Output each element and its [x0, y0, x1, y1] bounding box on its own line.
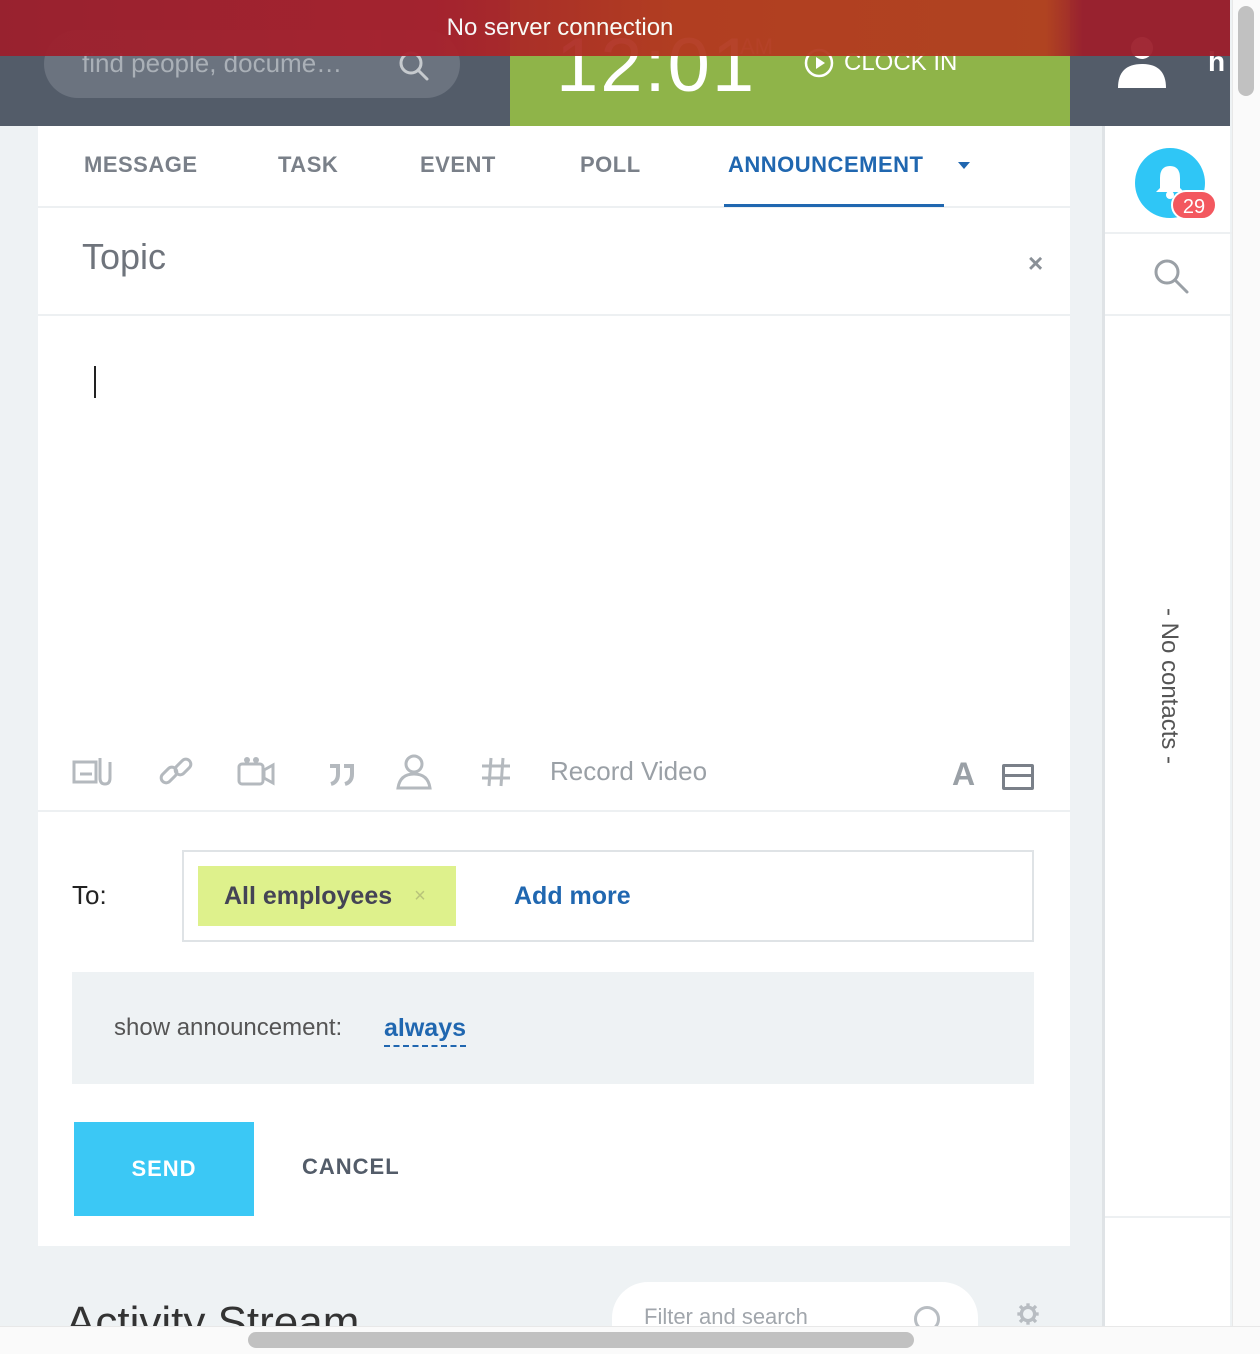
quote-icon[interactable] [320, 752, 360, 792]
filter-search-icon[interactable] [914, 1306, 940, 1326]
remove-recipient-icon[interactable]: × [414, 885, 426, 908]
video-icon[interactable] [236, 752, 276, 792]
notification-count-badge: 29 [1171, 190, 1217, 220]
divider [1105, 1216, 1233, 1218]
topic-close-icon[interactable]: × [1028, 248, 1043, 279]
to-label: To: [72, 880, 107, 910]
post-composer: MESSAGE TASK EVENT POLL ANNOUNCEMENT × [38, 126, 1070, 1246]
horizontal-scrollbar-thumb[interactable] [248, 1332, 914, 1348]
notifications-button[interactable]: 29 [1135, 148, 1217, 220]
editor-panel-icon[interactable] [1002, 764, 1034, 790]
filter-search [612, 1282, 978, 1326]
upload-file-icon[interactable] [72, 752, 112, 792]
mention-icon[interactable] [394, 752, 434, 792]
editor-toolbar: Record Video A [38, 738, 1070, 812]
recipient-label: All employees [224, 881, 393, 910]
active-tab-underline [724, 204, 944, 207]
hashtag-icon[interactable] [476, 752, 516, 792]
message-editor[interactable] [38, 318, 1070, 738]
show-announcement-label: show announcement: [114, 1014, 343, 1041]
topic-input[interactable] [82, 236, 982, 278]
server-connection-banner: No server connection [0, 0, 1230, 56]
contact-search-icon[interactable] [1151, 256, 1191, 296]
tab-poll[interactable]: POLL [580, 152, 641, 178]
show-announcement-box: show announcement: always [72, 972, 1034, 1084]
tab-announcement[interactable]: ANNOUNCEMENT [728, 152, 923, 178]
show-announcement-value[interactable]: always [384, 1014, 467, 1047]
filter-search-input[interactable] [644, 1304, 904, 1326]
activity-stream-title: Activity Stream [66, 1298, 360, 1326]
record-video-button[interactable]: Record Video [550, 756, 707, 787]
server-banner-text: No server connection [446, 14, 674, 41]
right-sidebar: 29 - No contacts - [1102, 126, 1233, 1326]
vertical-scrollbar[interactable] [1232, 0, 1260, 1326]
tab-message[interactable]: MESSAGE [84, 152, 198, 178]
recipients-field[interactable]: All employees × Add more [182, 850, 1034, 942]
topic-row: × [38, 208, 1070, 316]
tab-event[interactable]: EVENT [420, 152, 496, 178]
vertical-scrollbar-thumb[interactable] [1238, 6, 1254, 96]
link-icon[interactable] [156, 752, 196, 792]
gear-icon[interactable] [1010, 1302, 1046, 1326]
recipient-chip[interactable]: All employees × [198, 866, 456, 926]
composer-tabs: MESSAGE TASK EVENT POLL ANNOUNCEMENT [38, 126, 1070, 208]
text-caret [94, 366, 96, 398]
font-format-icon[interactable]: A [952, 756, 975, 793]
divider [1105, 314, 1233, 316]
tab-task[interactable]: TASK [278, 152, 338, 178]
divider [1105, 232, 1233, 234]
send-button[interactable]: SEND [74, 1122, 254, 1216]
chevron-down-icon[interactable] [958, 162, 970, 169]
cancel-button[interactable]: CANCEL [302, 1154, 400, 1180]
no-contacts-label: - No contacts - [1156, 607, 1183, 765]
add-more-link[interactable]: Add more [514, 882, 631, 911]
